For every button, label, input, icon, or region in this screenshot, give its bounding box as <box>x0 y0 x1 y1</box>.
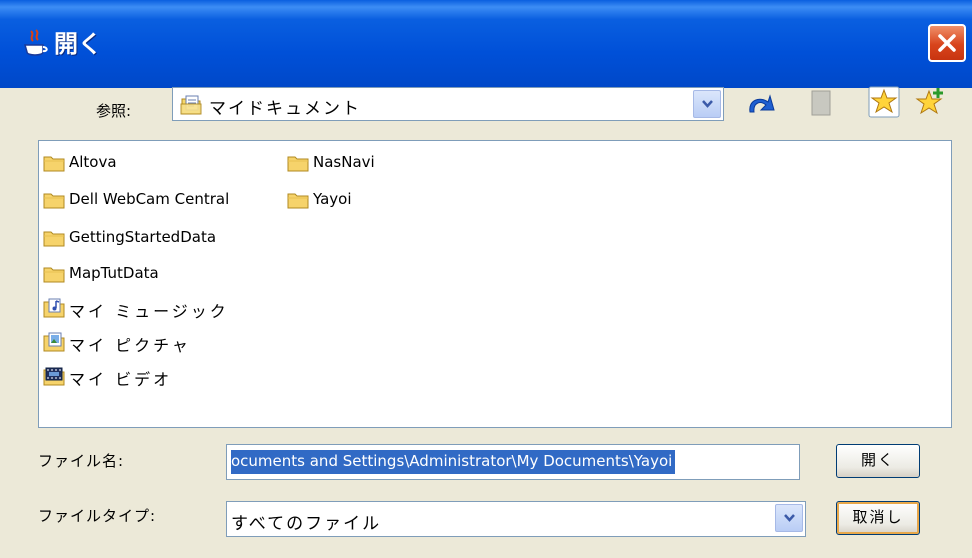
folder-icon <box>287 193 309 209</box>
close-button[interactable] <box>928 24 966 62</box>
open-dialog: 開く 参照: マイドキュメント Altova NasNavi Dell WebC… <box>0 0 972 558</box>
item-label: マイ ピクチャ <box>69 336 191 355</box>
my-music-icon <box>43 298 65 318</box>
up-folder-icon[interactable] <box>744 90 778 118</box>
folder-icon <box>287 156 309 172</box>
look-in-combo[interactable]: マイドキュメント <box>172 87 724 121</box>
folder-icon <box>43 267 65 283</box>
my-documents-icon <box>180 95 202 115</box>
my-videos-icon <box>43 367 65 386</box>
item-label: Dell WebCam Central <box>69 190 230 208</box>
file-name-field[interactable]: ocuments and Settings\Administrator\My D… <box>226 444 800 480</box>
my-pictures-icon <box>43 332 65 352</box>
item-label: MapTutData <box>69 264 159 282</box>
cancel-button[interactable]: 取消し <box>836 501 920 535</box>
java-icon <box>24 29 48 56</box>
new-folder-icon[interactable] <box>808 88 834 118</box>
item-label: Altova <box>69 153 117 171</box>
item-label: マイ ミュージック <box>69 302 229 321</box>
file-type-combo[interactable]: すべてのファイル <box>226 501 806 537</box>
close-icon <box>938 34 956 52</box>
item-label: マイ ビデオ <box>69 370 173 389</box>
open-button[interactable]: 開く <box>836 444 920 478</box>
look-in-dropdown-button[interactable] <box>693 90 721 118</box>
chevron-down-icon <box>702 100 713 108</box>
favorites-icon[interactable] <box>868 86 900 118</box>
look-in-value: マイドキュメント <box>209 99 361 119</box>
window-title: 開く <box>54 30 102 58</box>
chevron-down-icon <box>784 514 795 522</box>
file-type-label: ファイルタイプ: <box>38 507 157 525</box>
folder-icon <box>43 193 65 209</box>
add-favorite-icon[interactable] <box>914 86 948 118</box>
title-bar[interactable]: 開く <box>0 0 972 88</box>
file-type-value: すべてのファイル <box>231 514 382 534</box>
folder-icon <box>43 231 65 247</box>
item-label: Yayoi <box>313 190 352 208</box>
file-list[interactable]: Altova NasNavi Dell WebCam Central Yayoi… <box>38 140 952 428</box>
item-label: NasNavi <box>313 153 375 171</box>
item-label: GettingStartedData <box>69 228 217 246</box>
file-type-dropdown-button[interactable] <box>775 504 803 532</box>
look-in-label: 参照: <box>96 102 132 120</box>
folder-icon <box>43 156 65 172</box>
file-name-value: ocuments and Settings\Administrator\My D… <box>231 450 676 474</box>
file-name-label: ファイル名: <box>38 452 125 470</box>
